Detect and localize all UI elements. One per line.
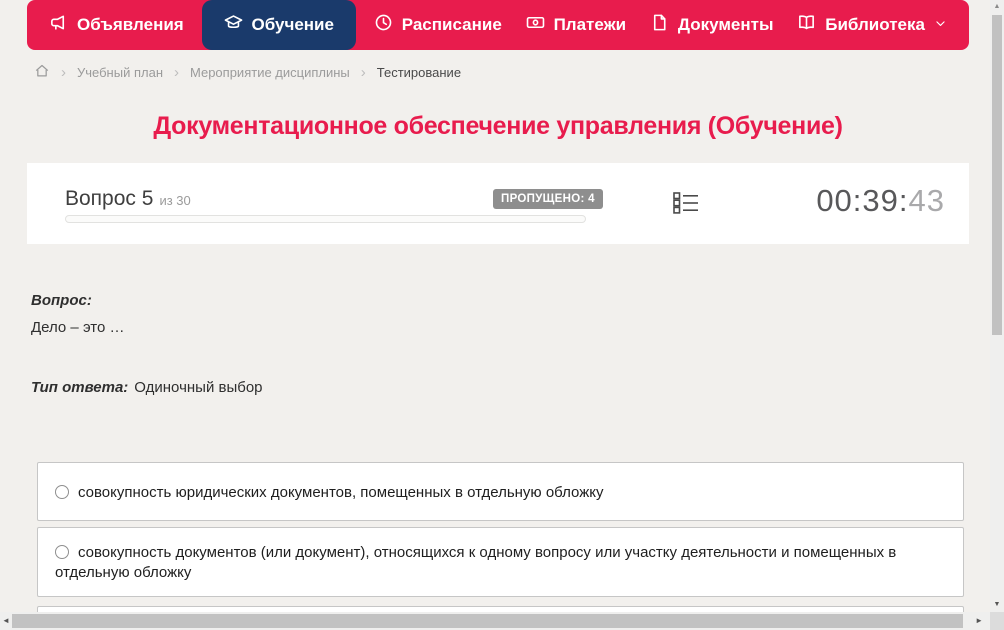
answer-option-text: совокупность юридических документов, пом… [78,484,604,501]
open-book-icon [797,13,816,37]
breadcrumb-item-testing: Тестирование [376,64,462,80]
chevron-down-icon [934,15,947,35]
scroll-up-arrow-icon[interactable]: ▲ [990,3,1004,10]
quiz-status-card: Вопрос 5 из 30 ПРОПУЩЕНО: 4 00:39:43 [27,163,969,244]
answer-type-label: Тип ответа: [31,379,129,396]
timer-seconds: 43 [908,183,945,218]
timer-main: 00:39: [816,183,909,218]
answer-type-value: Одиночный выбор [134,379,263,396]
radio-button[interactable] [55,545,69,559]
answer-type: Тип ответа: Одиночный выбор [31,379,263,396]
megaphone-icon [49,13,68,37]
question-number: Вопрос 5 из 30 [65,187,191,211]
page-title: Документационное обеспечение управления … [153,112,843,140]
scroll-left-arrow-icon[interactable]: ◄ [2,612,10,630]
nav-item-label: Обучение [251,15,334,34]
main-navbar: Объявления Обучение Расписание Платежи Д… [27,0,969,50]
home-icon[interactable] [34,63,50,82]
breadcrumb-item-curriculum[interactable]: Учебный план [77,65,163,80]
question-text: Дело – это … [31,319,125,336]
horizontal-scrollbar-thumb[interactable] [12,614,963,628]
nav-item-announcements[interactable]: Объявления [43,0,190,50]
breadcrumb: › Учебный план › Мероприятие дисциплины … [34,62,461,82]
question-label: Вопрос: [31,292,92,309]
scroll-down-arrow-icon[interactable]: ▼ [990,601,1004,608]
question-list-icon[interactable] [672,189,700,217]
question-total: из 30 [159,193,191,208]
progress-bar [65,215,586,223]
timer: 00:39:43 [816,183,945,219]
nav-item-training[interactable]: Обучение [201,0,356,50]
breadcrumb-item-discipline-event[interactable]: Мероприятие дисциплины [190,65,350,80]
vertical-scrollbar[interactable]: ▲ ▼ [990,0,1004,612]
graduation-cap-icon [224,13,243,37]
answer-option-2[interactable]: совокупность документов (или документ), … [37,527,964,597]
radio-button[interactable] [55,485,69,499]
scrollbar-corner [990,612,1004,630]
nav-item-label: Документы [677,15,774,34]
nav-item-label: Платежи [553,15,627,34]
scroll-right-arrow-icon[interactable]: ► [975,612,983,630]
clock-icon [374,13,393,37]
nav-item-label: Библиотека [825,15,925,34]
nav-item-schedule[interactable]: Расписание [368,0,508,50]
horizontal-scrollbar[interactable]: ◄ ► [0,612,990,630]
breadcrumb-separator: › [360,63,366,81]
answer-option-text: совокупность документов (или документ), … [55,544,897,581]
document-icon [650,13,669,37]
nav-item-label: Объявления [77,15,184,34]
nav-item-library[interactable]: Библиотека [791,0,953,50]
page-content: Объявления Обучение Расписание Платежи Д… [27,0,969,630]
question-number-label: Вопрос 5 [65,187,154,210]
breadcrumb-separator: › [61,63,66,81]
banknote-icon [526,13,545,37]
answer-option-1[interactable]: совокупность юридических документов, пом… [37,462,964,521]
nav-item-documents[interactable]: Документы [644,0,780,50]
vertical-scrollbar-thumb[interactable] [992,15,1002,335]
nav-item-payments[interactable]: Платежи [520,0,633,50]
skipped-badge: ПРОПУЩЕНО: 4 [493,189,603,209]
nav-item-label: Расписание [401,15,502,34]
breadcrumb-separator: › [174,63,179,81]
